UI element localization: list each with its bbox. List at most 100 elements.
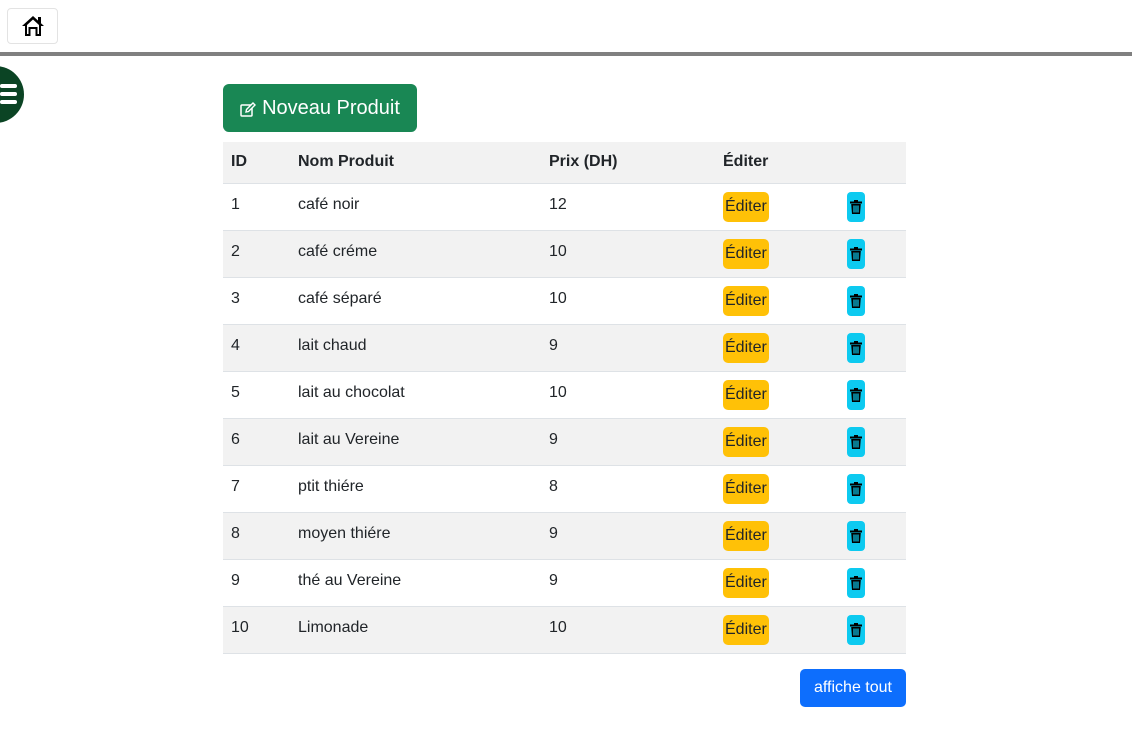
- delete-button[interactable]: [847, 520, 865, 551]
- delete-button[interactable]: [847, 567, 865, 598]
- show-all-button[interactable]: affiche tout: [800, 669, 906, 707]
- cell-delete: [837, 230, 906, 278]
- cell-name: ptit thiére: [290, 465, 541, 513]
- cell-id: 4: [223, 324, 290, 372]
- cell-name: moyen thiére: [290, 512, 541, 560]
- delete-button[interactable]: [847, 473, 865, 504]
- edit-button[interactable]: Éditer: [723, 238, 769, 269]
- trash-icon: [850, 387, 862, 402]
- edit-button[interactable]: Éditer: [723, 520, 769, 551]
- cell-price: 10: [541, 606, 715, 654]
- header-delete: [837, 142, 906, 184]
- show-all-label: affiche tout: [814, 679, 892, 696]
- delete-button[interactable]: [847, 191, 865, 222]
- trash-icon: [850, 293, 862, 308]
- cell-name: café créme: [290, 230, 541, 278]
- table-row: 6 lait au Vereine 9 Éditer: [223, 418, 906, 466]
- home-button[interactable]: [7, 8, 58, 44]
- cell-edit: Éditer: [715, 277, 837, 325]
- table-row: 5 lait au chocolat 10 Éditer: [223, 371, 906, 419]
- trash-icon: [850, 528, 862, 543]
- cell-id: 1: [223, 183, 290, 231]
- cell-delete: [837, 512, 906, 560]
- header-edit: Éditer: [715, 142, 837, 184]
- cell-edit: Éditer: [715, 418, 837, 466]
- table-row: 2 café créme 10 Éditer: [223, 230, 906, 278]
- edit-button[interactable]: Éditer: [723, 285, 769, 316]
- edit-button[interactable]: Éditer: [723, 426, 769, 457]
- table-row: 1 café noir 12 Éditer: [223, 183, 906, 231]
- trash-icon: [850, 575, 862, 590]
- sidebar-toggle-button[interactable]: [0, 66, 24, 123]
- cell-delete: [837, 277, 906, 325]
- edit-button[interactable]: Éditer: [723, 379, 769, 410]
- cell-price: 9: [541, 512, 715, 560]
- delete-button[interactable]: [847, 379, 865, 410]
- cell-id: 3: [223, 277, 290, 325]
- cell-delete: [837, 371, 906, 419]
- new-product-label: Noveau Produit: [262, 96, 400, 119]
- hamburger-icon: [0, 84, 17, 108]
- cell-edit: Éditer: [715, 230, 837, 278]
- top-navbar: [0, 0, 1132, 56]
- delete-button[interactable]: [847, 614, 865, 645]
- trash-icon: [850, 246, 862, 261]
- table-row: 7 ptit thiére 8 Éditer: [223, 465, 906, 513]
- new-product-button[interactable]: Noveau Produit: [223, 84, 417, 132]
- table-row: 4 lait chaud 9 Éditer: [223, 324, 906, 372]
- table-header-row: ID Nom Produit Prix (DH) Éditer: [223, 142, 906, 184]
- cell-name: lait chaud: [290, 324, 541, 372]
- cell-edit: Éditer: [715, 465, 837, 513]
- cell-name: café noir: [290, 183, 541, 231]
- cell-id: 9: [223, 559, 290, 607]
- cell-name: café séparé: [290, 277, 541, 325]
- delete-button[interactable]: [847, 426, 865, 457]
- cell-id: 8: [223, 512, 290, 560]
- trash-icon: [850, 340, 862, 355]
- cell-id: 2: [223, 230, 290, 278]
- cell-edit: Éditer: [715, 324, 837, 372]
- cell-price: 10: [541, 371, 715, 419]
- header-price: Prix (DH): [541, 142, 715, 184]
- cell-price: 9: [541, 324, 715, 372]
- cell-delete: [837, 418, 906, 466]
- delete-button[interactable]: [847, 285, 865, 316]
- cell-price: 10: [541, 277, 715, 325]
- cell-edit: Éditer: [715, 606, 837, 654]
- trash-icon: [850, 199, 862, 214]
- cell-id: 7: [223, 465, 290, 513]
- table-row: 10 Limonade 10 Éditer: [223, 606, 906, 654]
- cell-id: 5: [223, 371, 290, 419]
- cell-price: 12: [541, 183, 715, 231]
- edit-button[interactable]: Éditer: [723, 473, 769, 504]
- trash-icon: [850, 434, 862, 449]
- cell-delete: [837, 324, 906, 372]
- cell-id: 10: [223, 606, 290, 654]
- home-icon: [21, 16, 44, 36]
- cell-price: 9: [541, 418, 715, 466]
- edit-button[interactable]: Éditer: [723, 191, 769, 222]
- delete-button[interactable]: [847, 238, 865, 269]
- products-table: ID Nom Produit Prix (DH) Éditer 1 café no…: [223, 142, 906, 654]
- cell-price: 9: [541, 559, 715, 607]
- header-name: Nom Produit: [290, 142, 541, 184]
- cell-name: Limonade: [290, 606, 541, 654]
- table-row: 3 café séparé 10 Éditer: [223, 277, 906, 325]
- trash-icon: [850, 481, 862, 496]
- cell-name: lait au Vereine: [290, 418, 541, 466]
- cell-edit: Éditer: [715, 512, 837, 560]
- delete-button[interactable]: [847, 332, 865, 363]
- edit-button[interactable]: Éditer: [723, 332, 769, 363]
- cell-delete: [837, 465, 906, 513]
- cell-edit: Éditer: [715, 183, 837, 231]
- cell-id: 6: [223, 418, 290, 466]
- cell-name: thé au Vereine: [290, 559, 541, 607]
- edit-button[interactable]: Éditer: [723, 614, 769, 645]
- edit-button[interactable]: Éditer: [723, 567, 769, 598]
- cell-edit: Éditer: [715, 559, 837, 607]
- edit-square-icon: [240, 101, 257, 117]
- cell-edit: Éditer: [715, 371, 837, 419]
- header-id: ID: [223, 142, 290, 184]
- cell-price: 10: [541, 230, 715, 278]
- trash-icon: [850, 622, 862, 637]
